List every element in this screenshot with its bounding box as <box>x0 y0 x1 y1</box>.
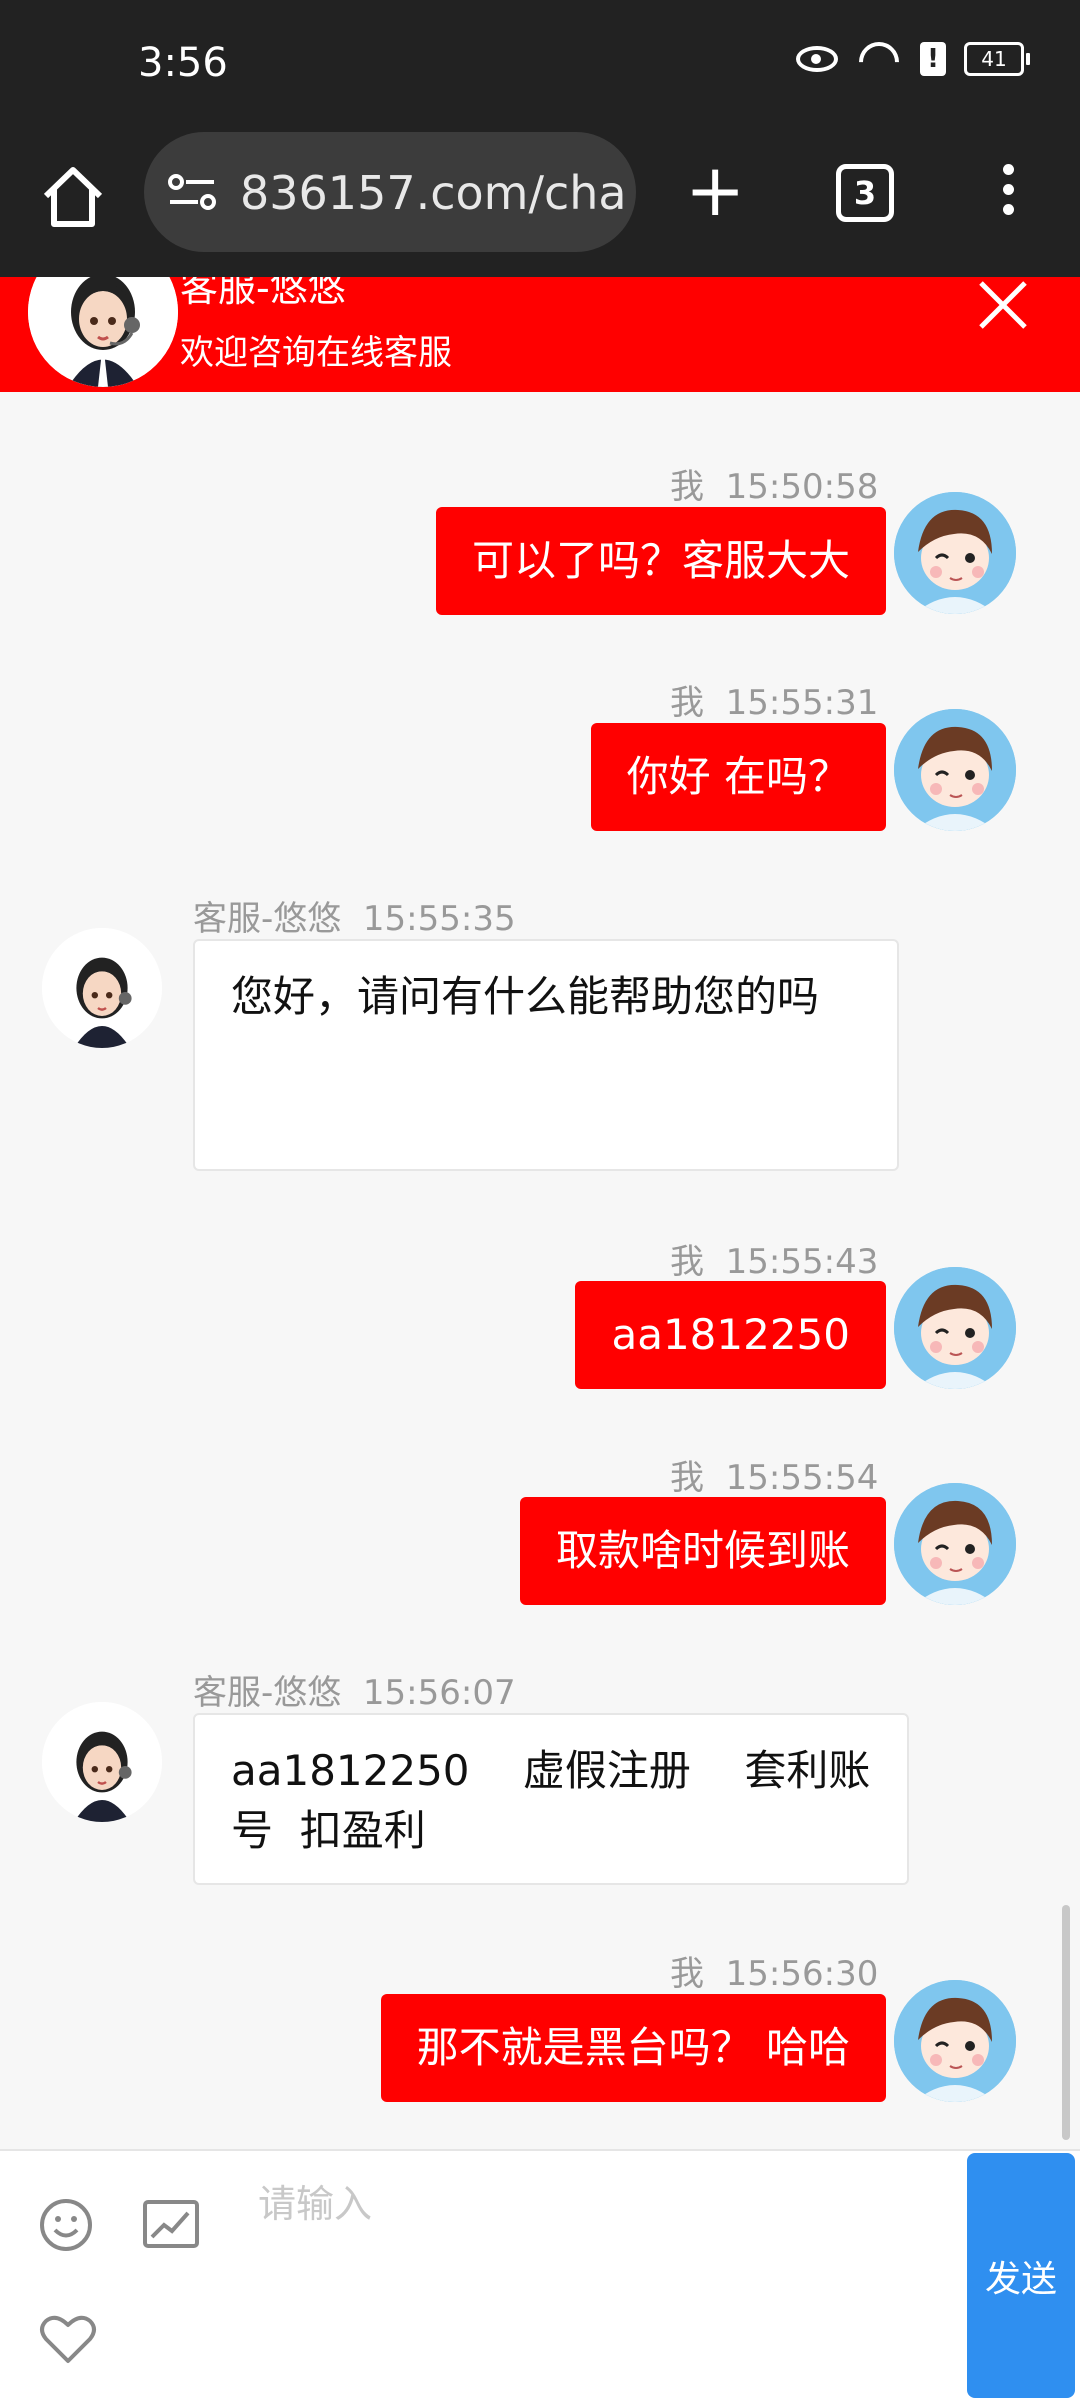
message-meta: 我 15:56:30 <box>670 1954 879 1994</box>
outgoing-message-bubble: aa1812250 <box>575 1281 886 1389</box>
user-portrait-icon <box>894 1980 1016 2102</box>
agent-avatar <box>28 277 178 387</box>
status-time: 3:56 <box>138 40 228 86</box>
message-meta: 我 15:50:58 <box>670 467 879 507</box>
battery-icon: 41 <box>964 42 1030 76</box>
outgoing-message-bubble: 取款啥时候到账 <box>519 1497 886 1605</box>
message-composer: 发送 <box>0 2149 1080 2402</box>
image-icon[interactable] <box>142 2199 200 2249</box>
agent-portrait-icon <box>42 1702 162 1822</box>
user-portrait-icon <box>894 1267 1016 1389</box>
send-button[interactable]: 发送 <box>967 2153 1075 2398</box>
user-avatar <box>894 1980 1016 2102</box>
battery-level: 41 <box>964 42 1024 76</box>
user-portrait-icon <box>894 492 1016 614</box>
agent-portrait-icon <box>42 928 162 1048</box>
incoming-message-bubble: aa1812250 虚假注册 套利账号 扣盈利 <box>193 1713 909 1885</box>
browser-toolbar: 836157.com/chat + 3 <box>0 132 1080 277</box>
incoming-message-bubble: 您好，请问有什么能帮助您的吗 <box>193 939 899 1171</box>
close-icon[interactable] <box>975 277 1031 333</box>
user-avatar <box>894 1483 1016 1605</box>
message-meta: 客服-悠悠 15:56:07 <box>193 1673 516 1713</box>
status-icons: ! 41 <box>796 42 1030 76</box>
user-avatar <box>894 492 1016 614</box>
wifi-icon <box>856 42 902 76</box>
message-meta: 我 15:55:43 <box>670 1242 879 1282</box>
agent-avatar <box>42 1702 162 1822</box>
message-meta: 我 15:55:31 <box>670 683 879 723</box>
user-avatar <box>894 709 1016 831</box>
user-avatar <box>894 1267 1016 1389</box>
home-icon[interactable] <box>38 162 108 232</box>
user-portrait-icon <box>894 1483 1016 1605</box>
status-bar: 3:56 ! 41 <box>0 0 1080 132</box>
emoji-icon[interactable] <box>38 2197 94 2253</box>
agent-portrait-icon <box>28 277 178 387</box>
message-meta: 客服-悠悠 15:55:35 <box>193 899 516 939</box>
eye-comfort-icon <box>796 46 838 72</box>
outgoing-message-bubble: 你好 在吗？ <box>590 723 886 831</box>
message-list[interactable] <box>0 392 1058 2149</box>
heart-icon[interactable] <box>38 2311 98 2367</box>
scrollbar[interactable] <box>1062 1905 1070 2140</box>
menu-icon[interactable] <box>996 164 1020 224</box>
address-bar[interactable]: 836157.com/chat <box>144 132 636 252</box>
agent-avatar <box>42 928 162 1048</box>
tab-switcher-icon[interactable]: 3 <box>836 164 894 222</box>
chat-header: 客服-悠悠 欢迎咨询在线客服 <box>0 277 1080 392</box>
url-text: 836157.com/chat <box>240 166 624 220</box>
agent-name: 客服-悠悠 <box>180 277 346 310</box>
new-tab-icon[interactable]: + <box>685 154 745 226</box>
user-portrait-icon <box>894 709 1016 831</box>
alert-icon: ! <box>920 42 946 76</box>
message-meta: 我 15:55:54 <box>670 1458 879 1498</box>
site-settings-icon[interactable] <box>168 172 216 212</box>
message-input[interactable] <box>256 2171 940 2375</box>
outgoing-message-bubble: 那不就是黑台吗？ 哈哈 <box>380 1994 886 2102</box>
outgoing-message-bubble: 可以了吗？客服大大 <box>435 507 886 615</box>
header-subtitle: 欢迎咨询在线客服 <box>180 333 452 373</box>
